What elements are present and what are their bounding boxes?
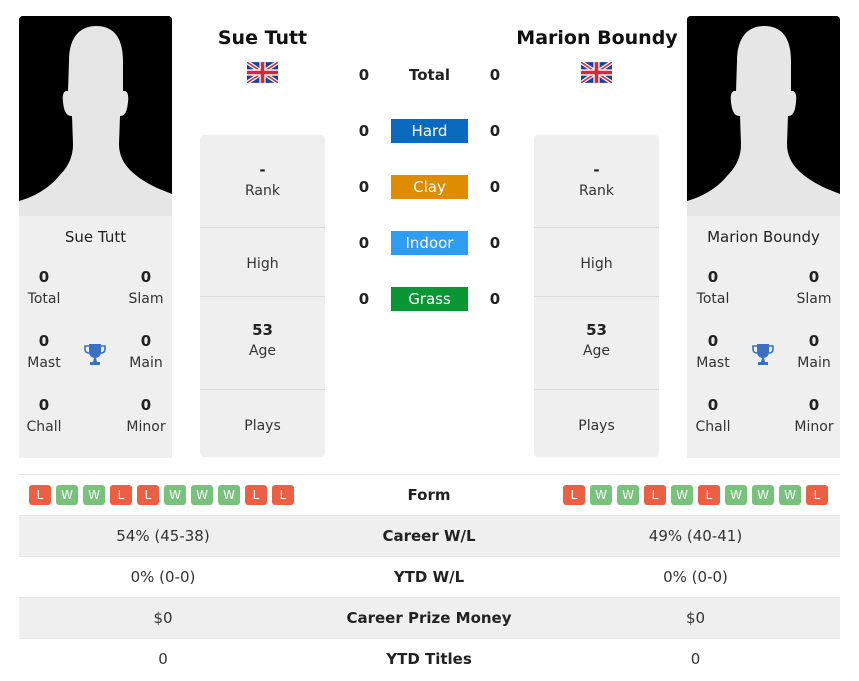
player1-career-prize: $0 <box>153 609 173 627</box>
player1-card-name[interactable]: Sue Tutt <box>19 228 172 246</box>
player2-minor-titles: 0 Minor <box>794 396 834 435</box>
form-badge-win[interactable]: W <box>590 485 612 505</box>
form-badge-loss[interactable]: L <box>806 485 828 505</box>
form-badge-loss[interactable]: L <box>272 485 294 505</box>
career-wl-row: 54% (45-38) Career W/L 49% (40-41) <box>19 515 840 556</box>
player1-plays: Plays <box>244 418 281 434</box>
player2-form: LWWLWLWWWL <box>563 485 828 505</box>
ytd-wl-label: YTD W/L <box>393 568 465 586</box>
uk-flag-icon <box>581 62 612 83</box>
player1-main-titles: 0 Main <box>129 332 163 371</box>
player2-chall-titles: 0 Chall <box>695 396 731 435</box>
form-badge-win[interactable]: W <box>779 485 801 505</box>
ytd-titles-row: 0 YTD Titles 0 <box>19 638 840 679</box>
form-badge-win[interactable]: W <box>617 485 639 505</box>
ytd-titles-label: YTD Titles <box>386 650 472 668</box>
player2-rank: - Rank <box>534 135 659 228</box>
player1-slam-titles: 0 Slam <box>128 268 164 307</box>
player2-age: 53 Age <box>534 297 659 390</box>
uk-flag-icon <box>247 62 278 83</box>
player2-rank-panel: - Rank High 53 Age Plays <box>534 135 659 457</box>
player1-ytd-wl: 0% (0-0) <box>130 568 196 586</box>
player2-plays: Plays <box>578 418 615 434</box>
player1-rank: - Rank <box>200 135 325 228</box>
form-badge-win[interactable]: W <box>671 485 693 505</box>
form-label: Form <box>407 486 451 504</box>
career-prize-row: $0 Career Prize Money $0 <box>19 597 840 638</box>
player1-total-titles: 0 Total <box>27 268 61 307</box>
form-badge-loss[interactable]: L <box>110 485 132 505</box>
player1-mast-titles: 0 Mast <box>27 332 61 371</box>
player1-form: LWWLLWWWLL <box>29 485 294 505</box>
player2-career-wl: 49% (40-41) <box>648 527 743 545</box>
trophy-icon <box>751 342 775 366</box>
player1-titles-card: Sue Tutt 0 Total 0 Slam 0 Mast 0 Main 0 … <box>19 216 172 458</box>
form-badge-win[interactable]: W <box>752 485 774 505</box>
form-badge-win[interactable]: W <box>164 485 186 505</box>
form-badge-win[interactable]: W <box>83 485 105 505</box>
player1-ytd-titles: 0 <box>158 650 168 668</box>
player1-name-heading[interactable]: Sue Tutt <box>192 27 333 49</box>
h2h-row-indoor: 0 Indoor 0 <box>340 231 520 255</box>
player1-rank-panel: - Rank High 53 Age Plays <box>200 135 325 457</box>
surface-badge-grass[interactable]: Grass <box>391 287 468 311</box>
player1-high: High <box>200 228 325 297</box>
career-prize-label: Career Prize Money <box>346 609 512 627</box>
player-silhouette-icon <box>687 16 840 216</box>
h2h-row-total: 0 Total 0 <box>340 63 520 87</box>
h2h-row-grass: 0 Grass 0 <box>340 287 520 311</box>
form-badge-loss[interactable]: L <box>29 485 51 505</box>
player2-main-titles: 0 Main <box>797 332 831 371</box>
player1-minor-titles: 0 Minor <box>126 396 166 435</box>
player1-age: 53 Age <box>200 297 325 390</box>
form-badge-loss[interactable]: L <box>245 485 267 505</box>
player2-ytd-titles: 0 <box>690 650 701 668</box>
player2-photo <box>687 16 840 216</box>
h2h-row-clay: 0 Clay 0 <box>340 175 520 199</box>
career-wl-label: Career W/L <box>382 527 476 545</box>
player1-chall-titles: 0 Chall <box>26 396 62 435</box>
surface-label-total[interactable]: Total <box>391 63 468 87</box>
form-badge-loss[interactable]: L <box>137 485 159 505</box>
form-badge-win[interactable]: W <box>725 485 747 505</box>
ytd-wl-row: 0% (0-0) YTD W/L 0% (0-0) <box>19 556 840 597</box>
player2-high: High <box>534 228 659 297</box>
trophy-icon <box>83 342 107 366</box>
form-badge-win[interactable]: W <box>191 485 213 505</box>
form-badge-loss[interactable]: L <box>644 485 666 505</box>
player2-mast-titles: 0 Mast <box>696 332 730 371</box>
player2-career-prize: $0 <box>685 609 706 627</box>
player2-titles-card: Marion Boundy 0 Total 0 Slam 0 Mast 0 Ma… <box>687 216 840 458</box>
player1-career-wl: 54% (45-38) <box>116 527 210 545</box>
player-silhouette-icon <box>19 16 172 216</box>
form-badge-loss[interactable]: L <box>698 485 720 505</box>
form-badge-loss[interactable]: L <box>563 485 585 505</box>
player2-ytd-wl: 0% (0-0) <box>663 568 728 586</box>
surface-badge-indoor[interactable]: Indoor <box>391 231 468 255</box>
player2-card-name[interactable]: Marion Boundy <box>687 228 840 246</box>
player2-name-heading[interactable]: Marion Boundy <box>507 27 687 49</box>
player2-slam-titles: 0 Slam <box>796 268 832 307</box>
h2h-row-hard: 0 Hard 0 <box>340 119 520 143</box>
player1-photo <box>19 16 172 216</box>
form-row: LWWLLWWWLL Form LWWLWLWWWL <box>19 474 840 515</box>
surface-badge-hard[interactable]: Hard <box>391 119 468 143</box>
player2-total-titles: 0 Total <box>696 268 730 307</box>
form-badge-win[interactable]: W <box>56 485 78 505</box>
form-badge-win[interactable]: W <box>218 485 240 505</box>
surface-badge-clay[interactable]: Clay <box>391 175 468 199</box>
